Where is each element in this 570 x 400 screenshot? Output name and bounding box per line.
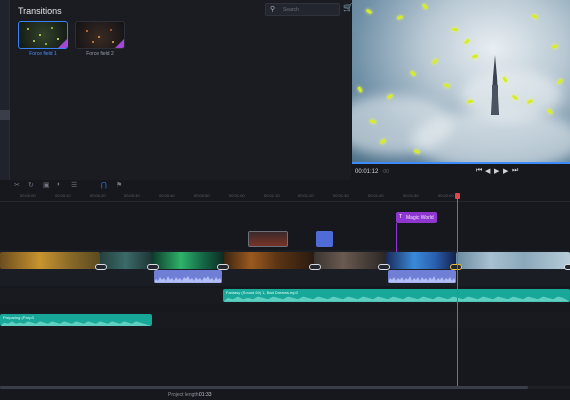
effect-clip[interactable]: [248, 231, 288, 247]
particle: [33, 40, 35, 42]
leaf: [471, 54, 479, 59]
playhead-handle[interactable]: [455, 193, 460, 199]
crop-icon[interactable]: ▣: [43, 181, 50, 189]
music-clip[interactable]: Fantasy (Sound 60) 1, Bad Dreams.mp3: [223, 289, 570, 302]
magnet-icon[interactable]: ⋂: [101, 181, 107, 189]
cut-icon[interactable]: ✂: [14, 181, 20, 189]
particle: [86, 30, 88, 32]
video-clip[interactable]: [152, 252, 224, 269]
particle: [51, 27, 53, 29]
leaf: [409, 70, 417, 77]
color-icon[interactable]: ◐: [57, 181, 61, 188]
castle-spire: [491, 55, 499, 115]
linked-audio-clip[interactable]: [388, 270, 456, 283]
next-frame-icon[interactable]: ▶: [503, 167, 508, 175]
leaf: [413, 149, 421, 154]
waveform: [0, 321, 152, 326]
transition-label: Force field 1: [29, 51, 57, 57]
ruler-tick: 00:01:00: [229, 193, 245, 198]
panel-title: Transitions: [18, 6, 62, 16]
particle: [27, 28, 29, 30]
ruler-tick: 00:00:00: [20, 193, 36, 198]
search-input[interactable]: [283, 5, 338, 15]
timeline-toolbar: ✂ ↻ ▣ ◐ ☰ ⋂ ⚑: [0, 180, 570, 192]
prev-frame-icon[interactable]: ◀: [485, 167, 490, 175]
premium-corner-badge: [58, 39, 67, 48]
leaf: [451, 27, 459, 32]
particle: [45, 43, 47, 45]
leaf: [357, 86, 363, 93]
ruler-tick: 00:01:40: [368, 193, 384, 198]
video-clip[interactable]: [100, 252, 152, 269]
transition-thumb-force-field-2[interactable]: [75, 21, 125, 49]
particle: [92, 41, 94, 43]
leaf: [463, 38, 471, 45]
leaf: [365, 8, 373, 15]
video-clip[interactable]: [224, 252, 314, 269]
linked-audio-clip[interactable]: [154, 270, 222, 283]
ruler-tick: 00:01:10: [264, 193, 280, 198]
title-connector: [396, 223, 397, 252]
status-bar: Project length: 01:33: [0, 389, 570, 400]
video-clip[interactable]: [386, 252, 456, 269]
music-clip[interactable]: Preparing (P.mp3: [0, 314, 152, 326]
video-clip[interactable]: [0, 252, 100, 269]
ruler-tick: 00:00:20: [90, 193, 106, 198]
transition-thumb-force-field-1[interactable]: [18, 21, 68, 49]
flag-icon[interactable]: ⚑: [116, 181, 122, 189]
particle: [39, 34, 41, 36]
transition-marker[interactable]: [309, 264, 321, 270]
skip-end-icon[interactable]: ⏭: [512, 167, 518, 175]
leaf: [551, 44, 559, 49]
leaf: [443, 83, 451, 88]
leaf: [396, 15, 404, 20]
ruler-tick: 00:02:00: [438, 193, 454, 198]
list-icon[interactable]: ☰: [71, 181, 77, 189]
ruler-tick: 00:00:10: [55, 193, 71, 198]
ruler-tick: 00:01:20: [298, 193, 314, 198]
transition-label: Force field 2: [86, 51, 114, 57]
search-box[interactable]: ⚲: [265, 3, 340, 16]
play-icon[interactable]: ▶: [494, 167, 499, 175]
waveform: [388, 276, 456, 283]
project-length-value: 01:33: [199, 392, 212, 398]
search-icon: ⚲: [270, 6, 276, 13]
video-clip[interactable]: [314, 252, 386, 269]
playhead[interactable]: [457, 194, 458, 386]
particle: [110, 29, 112, 31]
title-clip[interactable]: T Magic World: [396, 212, 437, 223]
ruler-tick: 00:00:30: [124, 193, 140, 198]
leaf: [421, 3, 429, 10]
ruler-tick: 00:00:50: [194, 193, 210, 198]
waveform: [154, 276, 222, 283]
transition-marker[interactable]: [564, 264, 570, 270]
particle: [112, 41, 114, 43]
timeline-ruler[interactable]: 00:00:00 00:00:10 00:00:20 00:00:30 00:0…: [0, 192, 570, 202]
waveform: [223, 296, 570, 302]
transitions-panel: Transitions ⚲ 🛒 Force field 1 Force fiel…: [10, 0, 353, 180]
ruler-tick: 00:01:30: [333, 193, 349, 198]
ruler-tick: 00:01:50: [403, 193, 419, 198]
transition-marker[interactable]: [378, 264, 390, 270]
player-controls: 00:01:12 :00 ⏮ ◀ ▶ ▶ ⏭: [352, 164, 570, 180]
leaf: [531, 13, 539, 20]
transition-marker[interactable]: [95, 264, 107, 270]
timecode-fraction: :00: [382, 169, 389, 175]
video-clip[interactable]: [456, 252, 570, 269]
preview-player[interactable]: [352, 0, 570, 162]
leaf: [556, 78, 564, 85]
side-tab-strip: [0, 0, 10, 180]
premium-corner-badge: [115, 39, 124, 48]
effect-clip[interactable]: [316, 231, 333, 247]
title-icon: T: [399, 214, 403, 220]
title-clip-label: Magic World: [406, 215, 434, 221]
ruler-tick: 00:00:40: [159, 193, 175, 198]
project-length-label: Project length:: [168, 392, 200, 398]
particle: [98, 36, 100, 38]
side-tab-selected[interactable]: [0, 110, 10, 120]
timecode: 00:01:12: [355, 169, 379, 175]
leaf: [431, 58, 439, 65]
rotate-icon[interactable]: ↻: [28, 181, 34, 189]
skip-start-icon[interactable]: ⏮: [476, 167, 482, 175]
